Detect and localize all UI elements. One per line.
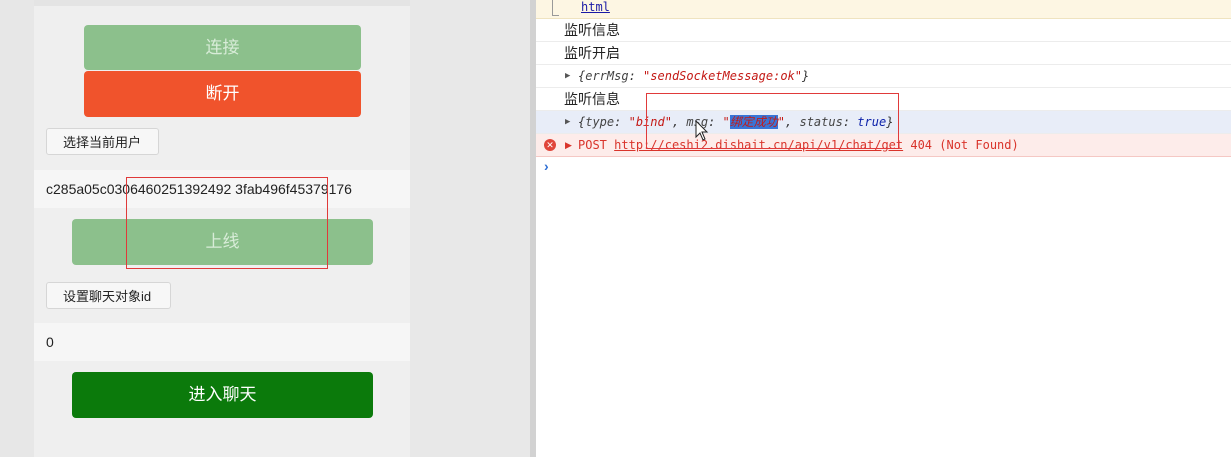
app-top-strip (34, 0, 410, 6)
console-html-row: html (536, 0, 1231, 19)
object-preview: {type: "bind", msg: "绑定成功", status: true… (578, 115, 894, 129)
current-user-id: c285a05c0306460251392492 3fab496f4537917… (34, 170, 410, 208)
devtools-console: html 监听信息 监听开启 ▶ {errMsg: "sendSocketMes… (536, 0, 1231, 457)
console-log-row: 监听信息 (536, 19, 1231, 42)
console-prompt-icon[interactable]: › (544, 158, 549, 174)
http-status: 404 (Not Found) (910, 138, 1019, 152)
console-log-row: 监听信息 (536, 88, 1231, 111)
log-text: 监听信息 (564, 91, 620, 107)
select-current-user-button[interactable]: 选择当前用户 (46, 128, 159, 155)
set-chat-target-button[interactable]: 设置聊天对象id (46, 282, 171, 309)
quote: " (777, 115, 786, 129)
object-key: status (799, 115, 843, 129)
object-value: "bind" (628, 115, 672, 129)
mouse-pointer-icon (695, 120, 709, 141)
selected-text: 绑定成功 (729, 115, 778, 129)
console-error-row[interactable]: ✕ ▶ POST http://ceshi2.dishait.cn/api/v1… (536, 134, 1231, 157)
go-online-button[interactable]: 上线 (72, 219, 373, 265)
console-log-row: 监听开启 (536, 42, 1231, 65)
brace: } (886, 115, 894, 129)
error-message: POST http://ceshi2.dishait.cn/api/v1/cha… (578, 134, 1019, 157)
enter-chat-button[interactable]: 进入聊天 (72, 372, 373, 418)
object-key: type (585, 115, 615, 129)
log-text: 监听开启 (564, 45, 620, 61)
console-object-row[interactable]: ▶ {errMsg: "sendSocketMessage:ok"} (536, 65, 1231, 88)
console-object-row[interactable]: ▶ {type: "bind", msg: "绑定成功", status: tr… (536, 111, 1231, 134)
log-text: 监听信息 (564, 22, 620, 38)
tree-bracket (552, 0, 559, 16)
disconnect-button[interactable]: 断开 (84, 71, 361, 117)
brace: } (802, 69, 810, 83)
error-circle-icon: ✕ (544, 139, 556, 151)
object-key: errMsg (585, 69, 629, 83)
chat-target-id: 0 (34, 323, 410, 361)
left-background (0, 0, 34, 457)
triangle-right-icon[interactable]: ▶ (565, 111, 570, 134)
object-value: true (857, 115, 887, 129)
connect-button[interactable]: 连接 (84, 25, 361, 70)
quote: " (722, 115, 730, 129)
triangle-right-icon[interactable]: ▶ (565, 134, 572, 157)
html-link[interactable]: html (581, 0, 610, 19)
gutter-area (410, 0, 530, 457)
triangle-right-icon[interactable]: ▶ (565, 65, 570, 88)
http-method: POST (578, 138, 607, 152)
object-preview: {errMsg: "sendSocketMessage:ok"} (578, 69, 810, 83)
object-value: "sendSocketMessage:ok" (643, 69, 802, 83)
error-url-link[interactable]: http://ceshi2.dishait.cn/api/v1/chat/get (614, 138, 903, 152)
